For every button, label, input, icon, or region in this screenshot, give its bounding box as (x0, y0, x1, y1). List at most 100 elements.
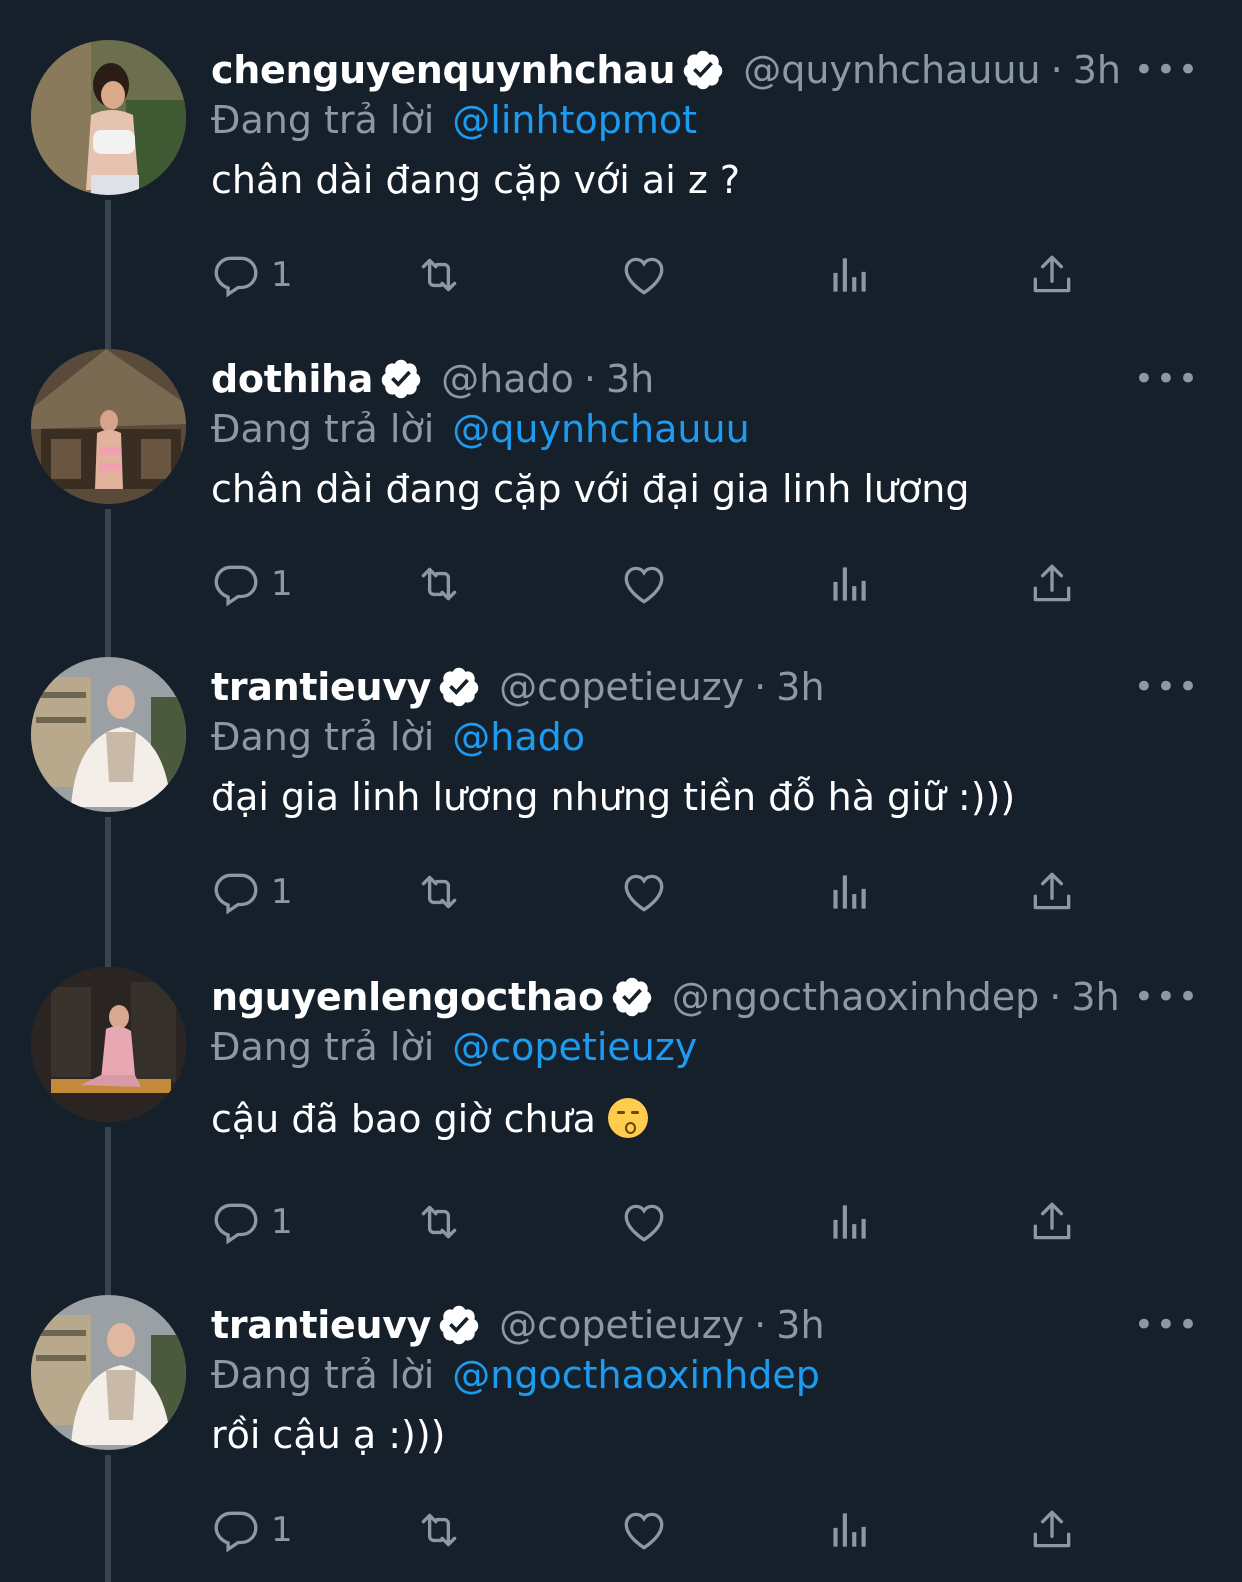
reply-button[interactable]: 1 (211, 1500, 293, 1560)
mention-link[interactable]: @copetieuzy (452, 1025, 697, 1069)
separator: · (1050, 48, 1063, 92)
share-button[interactable] (1027, 1500, 1077, 1560)
mention-link[interactable]: @linhtopmot (452, 98, 697, 142)
avatar[interactable] (31, 40, 186, 195)
tweet-text: rồi cậu ạ :))) (211, 1413, 446, 1457)
retweet-button[interactable] (414, 1500, 464, 1560)
more-icon[interactable]: ••• (1134, 40, 1200, 100)
views-icon (833, 258, 866, 292)
views-button[interactable] (823, 862, 873, 922)
share-button[interactable] (1027, 554, 1077, 614)
share-button[interactable] (1027, 862, 1077, 922)
separator: · (1049, 975, 1062, 1019)
tweet[interactable]: dothiha @hado · 3h ••• Đang trả lời @quy… (0, 310, 1242, 657)
verified-badge-icon (381, 359, 421, 399)
action-bar: 1 (211, 1500, 1111, 1560)
retweet-button[interactable] (414, 554, 464, 614)
share-button[interactable] (1027, 1192, 1077, 1252)
replying-to-label: Đang trả lời (211, 98, 435, 142)
separator: · (754, 665, 767, 709)
reply-button[interactable]: 1 (211, 862, 293, 922)
separator: · (754, 1303, 767, 1347)
display-name[interactable]: trantieuvy (211, 1303, 431, 1347)
timestamp[interactable]: 3h (1073, 48, 1121, 92)
views-icon (833, 875, 866, 909)
views-button[interactable] (823, 245, 873, 305)
display-name[interactable]: chenguyenquynhchau (211, 48, 676, 92)
reply-button[interactable]: 1 (211, 1192, 293, 1252)
retweet-button[interactable] (414, 245, 464, 305)
share-button[interactable] (1027, 245, 1077, 305)
replying-to-label: Đang trả lời (211, 715, 435, 759)
reply-button[interactable]: 1 (211, 245, 293, 305)
share-icon (1033, 1510, 1071, 1548)
tweet[interactable]: nguyenlengocthao @ngocthaoxinhdep · 3h •… (0, 927, 1242, 1305)
tweet[interactable]: chenguyenquynhchau @quynhchauuu · 3h •••… (0, 40, 1242, 350)
action-bar: 1 (211, 862, 1111, 922)
tweet-text: chân dài đang cặp với đại gia linh lương (211, 467, 970, 511)
like-icon (624, 257, 664, 295)
tweet[interactable]: trantieuvy @copetieuzy · 3h ••• Đang trả… (0, 1267, 1242, 1582)
mention-link[interactable]: @hado (452, 715, 585, 759)
replying-to: Đang trả lời @hado (211, 709, 585, 765)
avatar[interactable] (31, 657, 186, 812)
user-handle[interactable]: @hado (441, 357, 574, 401)
more-icon[interactable]: ••• (1134, 657, 1200, 717)
user-handle[interactable]: @quynhchauuu (743, 48, 1040, 92)
like-button[interactable] (619, 1500, 669, 1560)
replying-to-label: Đang trả lời (211, 1025, 435, 1069)
tweet[interactable]: trantieuvy @copetieuzy · 3h ••• Đang trả… (0, 619, 1242, 967)
timestamp[interactable]: 3h (776, 665, 824, 709)
like-button[interactable] (619, 862, 669, 922)
reply-button[interactable]: 1 (211, 554, 293, 614)
user-handle[interactable]: @ngocthaoxinhdep (672, 975, 1040, 1019)
replying-to: Đang trả lời @linhtopmot (211, 92, 697, 148)
views-button[interactable] (823, 1192, 873, 1252)
reply-count: 1 (271, 564, 293, 604)
user-handle[interactable]: @copetieuzy (499, 1303, 744, 1347)
more-icon[interactable]: ••• (1134, 349, 1200, 409)
reply-icon (214, 565, 258, 607)
verified-badge-icon (439, 1305, 479, 1345)
views-icon (833, 567, 866, 601)
retweet-icon (421, 258, 457, 292)
avatar[interactable] (31, 1295, 186, 1450)
action-bar: 1 (211, 554, 1111, 614)
reply-count: 1 (271, 1202, 293, 1242)
mention-link[interactable]: @ngocthaoxinhdep (452, 1353, 820, 1397)
tweet-header: trantieuvy @copetieuzy · 3h (211, 1295, 1202, 1355)
mention-link[interactable]: @quynhchauuu (452, 407, 749, 451)
replying-to: Đang trả lời @ngocthaoxinhdep (211, 1347, 820, 1403)
tweet-header: chenguyenquynhchau @quynhchauuu · 3h (211, 40, 1202, 100)
views-button[interactable] (823, 554, 873, 614)
retweet-button[interactable] (414, 1192, 464, 1252)
timestamp[interactable]: 3h (776, 1303, 824, 1347)
replying-to-label: Đang trả lời (211, 1353, 435, 1397)
display-name[interactable]: trantieuvy (211, 665, 431, 709)
reply-thread: chenguyenquynhchau @quynhchauuu · 3h •••… (0, 0, 1242, 1582)
display-name[interactable]: nguyenlengocthao (211, 975, 604, 1019)
tweet-text: cậu đã bao giờ chưa (211, 1097, 596, 1141)
like-icon (624, 566, 664, 604)
timestamp[interactable]: 3h (606, 357, 654, 401)
retweet-icon (421, 1513, 457, 1547)
like-button[interactable] (619, 245, 669, 305)
thread-connector (105, 1267, 111, 1295)
action-bar: 1 (211, 245, 1111, 305)
like-button[interactable] (619, 554, 669, 614)
avatar[interactable] (31, 967, 186, 1122)
user-handle[interactable]: @copetieuzy (499, 665, 744, 709)
views-button[interactable] (823, 1500, 873, 1560)
reply-count: 1 (271, 872, 293, 912)
share-icon (1033, 564, 1071, 602)
avatar[interactable] (31, 349, 186, 504)
more-icon[interactable]: ••• (1134, 1295, 1200, 1355)
kissing-face-icon (607, 1098, 648, 1138)
timestamp[interactable]: 3h (1071, 975, 1119, 1019)
retweet-icon (421, 875, 457, 909)
display-name[interactable]: dothiha (211, 357, 373, 401)
like-button[interactable] (619, 1192, 669, 1252)
thread-connector (105, 310, 111, 349)
retweet-button[interactable] (414, 862, 464, 922)
more-icon[interactable]: ••• (1134, 967, 1200, 1027)
